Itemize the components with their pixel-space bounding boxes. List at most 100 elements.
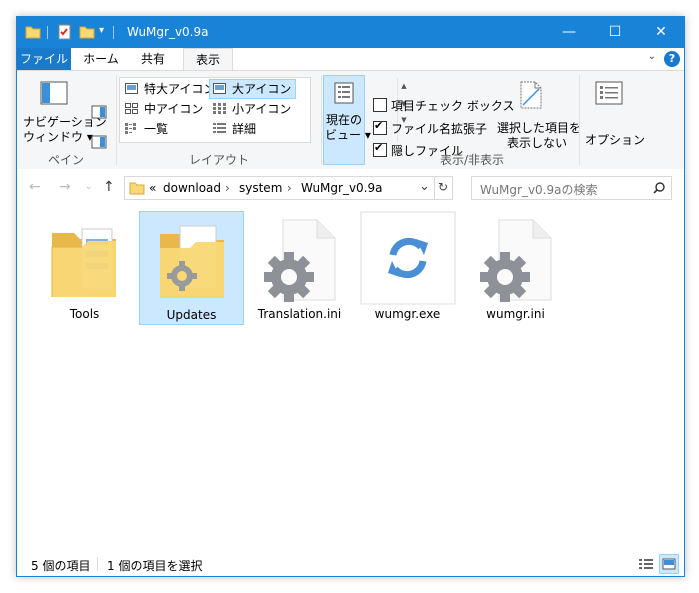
- file-name: Tools: [69, 307, 100, 321]
- settings-file-icon: [264, 219, 336, 302]
- maximize-button[interactable]: ☐: [592, 17, 638, 48]
- refresh-icon[interactable]: ↻: [438, 180, 448, 194]
- details-view-icon[interactable]: [637, 556, 655, 572]
- tab-home[interactable]: ホーム: [77, 48, 125, 70]
- layout-label: 中アイコン: [144, 102, 204, 116]
- current-view-dropdown: ビュー ▾: [325, 128, 371, 142]
- status-divider: [97, 557, 98, 571]
- navigation-bar: ← → ⌄ ↑ « download › system › WuMgr_v0.9…: [17, 169, 684, 205]
- current-view-icon: [334, 82, 354, 104]
- tab-view[interactable]: 表示: [183, 48, 233, 71]
- up-arrow-icon[interactable]: ↑: [103, 179, 115, 195]
- layout-label: 一覧: [144, 122, 169, 136]
- tab-share[interactable]: 共有: [131, 48, 175, 70]
- address-bar[interactable]: « download › system › WuMgr_v0.9a ⌄ ↻: [124, 176, 453, 200]
- selection-count: 1 個の項目を選択: [107, 559, 203, 573]
- file-item-wumgr-exe[interactable]: wumgr.exe: [355, 211, 460, 325]
- separator: [113, 26, 114, 39]
- group-separator: [579, 75, 580, 165]
- breadcrumb-system[interactable]: system: [239, 181, 282, 195]
- breadcrumb-separator[interactable]: ›: [225, 181, 230, 195]
- file-item-tools[interactable]: Tools: [32, 211, 137, 325]
- layout-label: 大アイコン: [232, 82, 292, 96]
- small-icons-icon: [213, 103, 226, 114]
- large-icons-icon: [213, 83, 226, 94]
- layout-medium-icons[interactable]: 中アイコン: [122, 100, 203, 118]
- close-button[interactable]: ✕: [638, 17, 684, 48]
- folder-icon: [129, 182, 145, 195]
- breadcrumb-separator[interactable]: ›: [287, 181, 292, 195]
- item-count: 5 個の項目: [31, 559, 91, 573]
- ribbon-tabs: ファイル ホーム 共有 表示 ⌄ ?: [17, 48, 684, 71]
- options-icon[interactable]: [595, 81, 623, 105]
- layout-label: 小アイコン: [232, 102, 292, 116]
- hide-selected-label-2[interactable]: 表示しない: [507, 134, 567, 151]
- file-extensions-label[interactable]: ファイル名拡張子: [391, 120, 487, 137]
- folder-gear-icon: [160, 225, 224, 298]
- hide-selected-icon[interactable]: [519, 81, 543, 109]
- address-divider: [434, 177, 435, 199]
- file-item-translation-ini[interactable]: Translation.ini: [247, 211, 352, 325]
- forward-arrow-icon[interactable]: →: [59, 179, 71, 195]
- explorer-window: ▾ WuMgr_v0.9a — ☐ ✕ ファイル ホーム 共有 表示 ⌄ ? ナ…: [16, 16, 685, 577]
- new-folder-icon[interactable]: [79, 24, 95, 40]
- title-bar: ▾ WuMgr_v0.9a — ☐ ✕: [17, 17, 684, 48]
- chevron-down-icon[interactable]: ⌄: [648, 51, 656, 62]
- folder-icon: [51, 228, 116, 297]
- breadcrumb-overflow[interactable]: «: [149, 181, 156, 195]
- tab-file[interactable]: ファイル: [17, 48, 71, 70]
- breadcrumb-download[interactable]: download: [163, 181, 221, 195]
- layout-small-icons[interactable]: 小アイコン: [210, 100, 291, 118]
- list-icon: [125, 123, 136, 134]
- pane-group-label: ペイン: [47, 153, 84, 167]
- layout-group-label: レイアウト: [188, 153, 249, 167]
- file-item-updates[interactable]: Updates: [139, 211, 244, 325]
- navigation-pane-dropdown[interactable]: ウィンドウ ▾: [23, 128, 93, 145]
- scroll-up-icon[interactable]: ▲: [398, 82, 410, 90]
- extra-large-icons-icon: [125, 83, 138, 94]
- layout-list[interactable]: 一覧: [122, 120, 168, 138]
- layout-large-icons[interactable]: 大アイコン: [209, 79, 296, 99]
- item-checkboxes-checkbox[interactable]: [373, 98, 387, 112]
- file-name: wumgr.exe: [374, 307, 441, 321]
- search-box[interactable]: WuMgr_v0.9aの検索: [471, 176, 672, 200]
- recent-locations-chevron-icon[interactable]: ⌄: [85, 182, 93, 192]
- file-name: wumgr.ini: [486, 307, 545, 321]
- current-view-button[interactable]: 現在の ビュー ▾: [323, 75, 371, 165]
- file-item-wumgr-ini[interactable]: wumgr.ini: [463, 211, 568, 325]
- preview-pane-icon[interactable]: [91, 105, 107, 119]
- layout-details[interactable]: 詳細: [210, 120, 256, 138]
- separator: [47, 26, 48, 39]
- properties-icon[interactable]: [57, 24, 73, 40]
- search-icon[interactable]: [653, 182, 665, 194]
- file-extensions-checkbox[interactable]: [373, 119, 387, 135]
- help-button[interactable]: ?: [664, 51, 680, 67]
- folder-icon: [25, 26, 41, 39]
- navigation-pane-icon[interactable]: [40, 81, 68, 105]
- details-pane-icon[interactable]: [91, 135, 107, 149]
- file-name: Updates: [166, 308, 217, 322]
- group-separator: [321, 75, 322, 165]
- address-dropdown-icon[interactable]: ⌄: [419, 179, 430, 194]
- details-icon: [213, 123, 226, 133]
- minimize-button[interactable]: —: [546, 17, 592, 48]
- options-button[interactable]: オプション: [585, 131, 645, 148]
- layout-extra-large-icons[interactable]: 特大アイコン: [122, 80, 215, 98]
- layout-gallery: 特大アイコン 大アイコン 中アイコン 小アイコン 一覧 詳細 ▲ ▼ ▼: [119, 77, 407, 143]
- window-title: WuMgr_v0.9a: [127, 25, 209, 39]
- item-checkboxes-label[interactable]: 項目チェック ボックス: [391, 97, 514, 114]
- search-input[interactable]: WuMgr_v0.9aの検索: [480, 181, 598, 198]
- layout-label: 詳細: [232, 122, 257, 136]
- application-icon: [360, 211, 456, 305]
- medium-icons-icon: [125, 103, 138, 114]
- breadcrumb-current[interactable]: WuMgr_v0.9a: [301, 181, 383, 195]
- status-bar: 5 個の項目 1 個の項目を選択: [17, 551, 684, 576]
- file-name: Translation.ini: [257, 307, 342, 321]
- layout-label: 特大アイコン: [144, 82, 216, 96]
- quick-access-dropdown-icon[interactable]: ▾: [99, 25, 104, 36]
- back-arrow-icon[interactable]: ←: [29, 179, 41, 195]
- large-icons-view-icon[interactable]: [659, 554, 679, 574]
- settings-file-icon: [480, 219, 552, 302]
- show-hide-group-label: 表示/非表示: [439, 153, 505, 167]
- ribbon: ナビゲーション ウィンドウ ▾ ペイン 特大アイコン 大アイコン 中アイコン 小…: [17, 70, 684, 170]
